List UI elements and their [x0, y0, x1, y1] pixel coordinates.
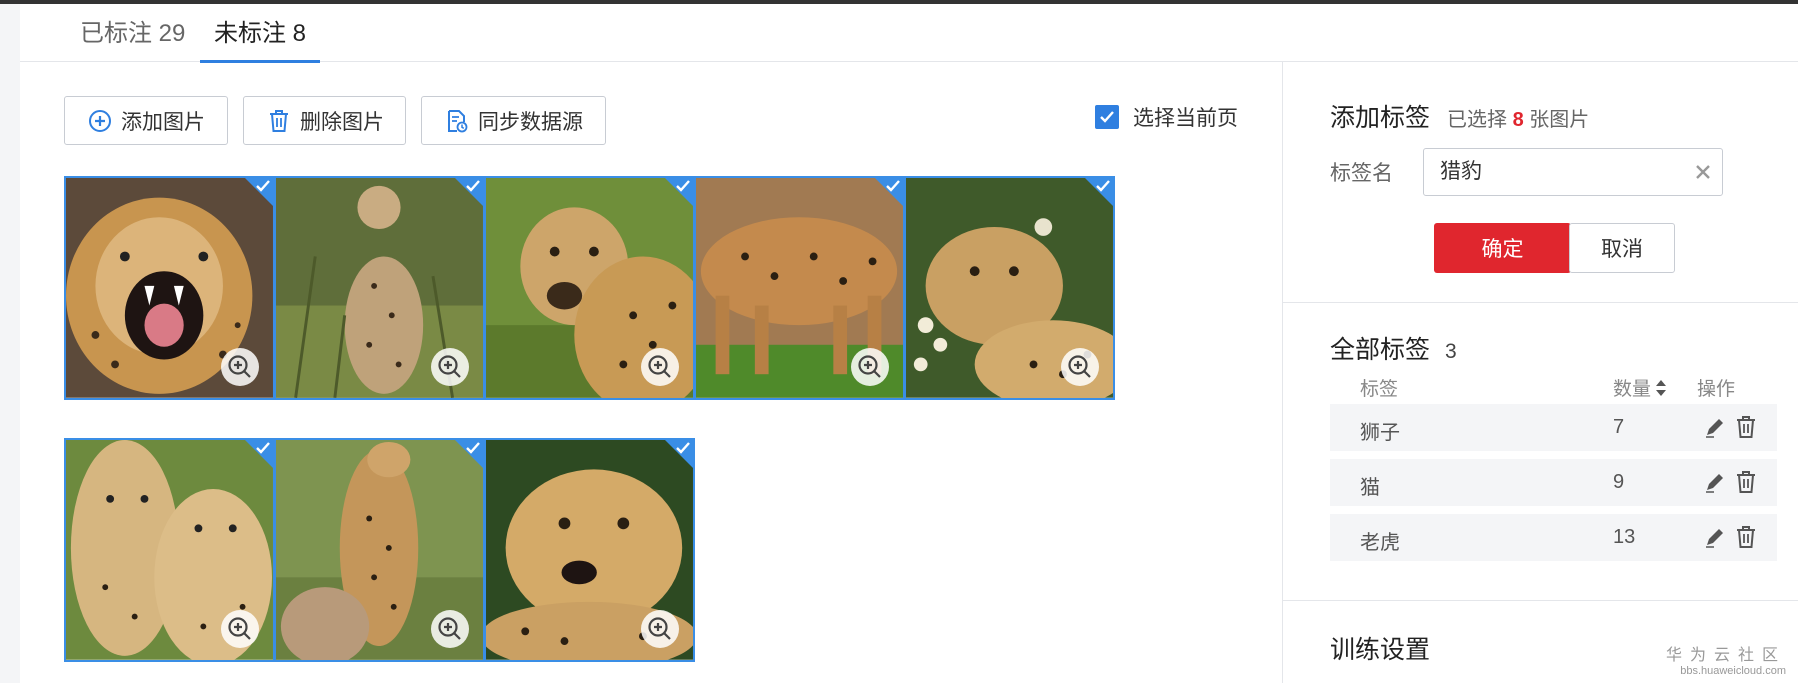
trash-icon[interactable] [1735, 415, 1757, 439]
pencil-icon[interactable] [1704, 526, 1726, 548]
select-page-label: 选择当前页 [1133, 107, 1238, 130]
watermark-title: 华为云社区 [1665, 647, 1786, 664]
select-page-checkbox[interactable] [1095, 105, 1119, 129]
image-tile[interactable] [484, 438, 695, 662]
tab-unlabeled[interactable]: 未标注 8 [199, 20, 321, 63]
section-divider [1283, 600, 1798, 601]
image-tile[interactable] [484, 176, 695, 400]
image-panel: 添加图片 删除图片 同步数据源 选择当前页 [20, 62, 1282, 683]
image-tile[interactable] [694, 176, 905, 400]
sync-datasource-button[interactable]: 同步数据源 [421, 96, 606, 145]
all-tags-count: 3 [1444, 340, 1457, 363]
table-row: 老虎 13 [1330, 514, 1777, 561]
check-icon [466, 442, 480, 454]
zoom-in-icon[interactable] [431, 610, 469, 648]
image-tile[interactable] [274, 176, 485, 400]
sync-datasource-label: 同步数据源 [478, 110, 583, 134]
table-row: 猫 9 [1330, 459, 1777, 506]
check-icon [676, 442, 690, 454]
check-icon [256, 442, 270, 454]
training-settings-title: 训练设置 [1330, 636, 1431, 664]
all-tags-label: 全部标签 [1330, 336, 1431, 364]
table-row: 狮子 7 [1330, 404, 1777, 451]
column-header-count[interactable]: 数量 [1613, 374, 1667, 401]
pencil-icon[interactable] [1704, 416, 1726, 438]
image-tile[interactable] [904, 176, 1115, 400]
check-icon [1096, 180, 1110, 192]
zoom-in-icon[interactable] [1061, 348, 1099, 386]
tab-labeled[interactable]: 已标注 29 [80, 20, 185, 62]
image-tile[interactable] [274, 438, 485, 662]
check-icon [886, 180, 900, 192]
delete-image-button[interactable]: 删除图片 [243, 96, 406, 145]
close-icon[interactable] [1692, 161, 1714, 183]
image-tile[interactable] [64, 438, 275, 662]
trash-icon[interactable] [1735, 470, 1757, 494]
sync-document-icon [444, 108, 470, 134]
delete-image-label: 删除图片 [300, 110, 384, 134]
tag-name-input[interactable]: 猎豹 [1423, 148, 1723, 196]
zoom-in-icon[interactable] [641, 348, 679, 386]
selected-suffix: 张图片 [1529, 109, 1590, 131]
watermark: 华为云社区 bbs.huaweicloud.com [1666, 641, 1786, 677]
image-tile[interactable] [64, 176, 275, 400]
sort-icon[interactable] [1655, 379, 1667, 397]
confirm-button[interactable]: 确定 [1434, 223, 1571, 273]
tag-panel: 添加标签 已选择 8 张图片 标签名 猎豹 确定 取消 全部标签 3 标签 数量… [1283, 62, 1798, 683]
zoom-in-icon[interactable] [221, 610, 259, 648]
image-grid [64, 176, 1264, 676]
zoom-in-icon[interactable] [431, 348, 469, 386]
check-icon [256, 180, 270, 192]
plus-circle-icon [87, 108, 113, 134]
all-tags-title: 全部标签 3 [1330, 330, 1457, 366]
tab-bar: 已标注 29 未标注 8 [20, 4, 1798, 63]
zoom-in-icon[interactable] [641, 610, 679, 648]
left-gutter [0, 4, 20, 683]
add-image-button[interactable]: 添加图片 [64, 96, 228, 145]
selected-prefix: 已选择 [1447, 109, 1507, 131]
zoom-in-icon[interactable] [851, 348, 889, 386]
check-icon [1100, 111, 1114, 123]
tag-name: 狮子 [1360, 422, 1400, 444]
check-icon [466, 180, 480, 192]
check-icon [676, 180, 690, 192]
tag-name: 猫 [1360, 477, 1380, 499]
watermark-url: bbs.huaweicloud.com [1680, 665, 1786, 677]
tag-count: 13 [1613, 526, 1636, 548]
column-header-ops: 操作 [1697, 379, 1736, 400]
tag-count: 7 [1613, 416, 1625, 438]
add-tag-title: 添加标签 [1330, 104, 1431, 132]
add-image-label: 添加图片 [121, 110, 205, 134]
select-current-page[interactable]: 选择当前页 [1095, 102, 1238, 132]
cancel-button[interactable]: 取消 [1569, 223, 1675, 273]
trash-icon[interactable] [1735, 525, 1757, 549]
selected-count: 8 [1512, 109, 1524, 131]
zoom-in-icon[interactable] [221, 348, 259, 386]
pencil-icon[interactable] [1704, 471, 1726, 493]
selected-count-text: 已选择 8 张图片 [1447, 103, 1589, 132]
tag-count: 9 [1613, 471, 1625, 493]
section-divider [1283, 302, 1798, 303]
tag-name-label: 标签名 [1330, 162, 1393, 185]
tag-name: 老虎 [1360, 532, 1400, 554]
count-header-label: 数量 [1613, 379, 1652, 400]
column-header-tag: 标签 [1360, 379, 1399, 400]
trash-icon [266, 108, 292, 134]
tag-name-value: 猎豹 [1440, 160, 1482, 183]
